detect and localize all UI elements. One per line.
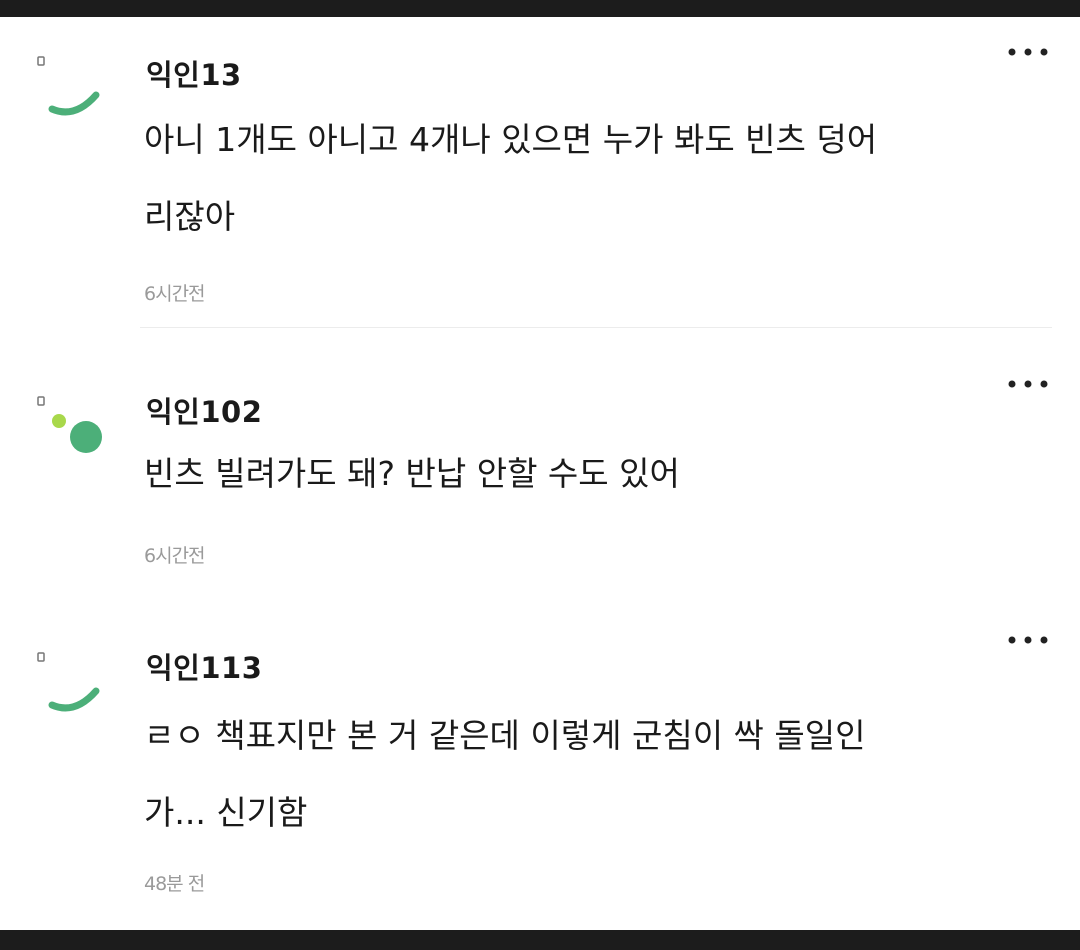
comment-divider — [140, 327, 1052, 328]
comment-text-line: 리잖아 — [144, 197, 236, 236]
comment-timestamp: 6시간전 — [144, 283, 206, 305]
comment-timestamp: 48분 전 — [144, 873, 205, 895]
comment-nickname: 익인13 — [146, 58, 242, 92]
comment-text-line: 아니 1개도 아니고 4개나 있으면 누가 봐도 빈츠 덩어 — [144, 120, 878, 159]
comment-text-line: 가... 신기함 — [144, 793, 308, 832]
comment-text-line: 빈츠 빌려가도 돼? 반납 안할 수도 있어 — [144, 454, 680, 493]
comment-nickname: 익인102 — [146, 395, 263, 429]
more-options-icon[interactable] — [1000, 625, 1056, 655]
comment-timestamp: 6시간전 — [144, 545, 206, 567]
arc-avatar-icon[interactable] — [30, 643, 110, 723]
comment-list: 익인13 아니 1개도 아니고 4개나 있으면 누가 봐도 빈츠 덩어 리잖아 … — [0, 17, 1080, 930]
more-options-icon[interactable] — [1000, 37, 1056, 67]
comment-text: 아니 1개도 아니고 4개나 있으면 누가 봐도 빈츠 덩어 리잖아 — [144, 101, 1044, 255]
comment-text: ㄹㅇ 책표지만 본 거 같은데 이렇게 군침이 싹 돌일인 가... 신기함 — [144, 697, 1044, 851]
more-options-icon[interactable] — [1000, 369, 1056, 399]
comment-text-line: ㄹㅇ 책표지만 본 거 같은데 이렇게 군침이 싹 돌일인 — [144, 716, 866, 755]
comment-text: 빈츠 빌려가도 돼? 반납 안할 수도 있어 — [144, 435, 1044, 512]
arc-avatar-icon[interactable] — [30, 47, 110, 127]
comment-nickname: 익인113 — [146, 651, 263, 685]
dots-avatar-icon[interactable] — [30, 387, 110, 467]
